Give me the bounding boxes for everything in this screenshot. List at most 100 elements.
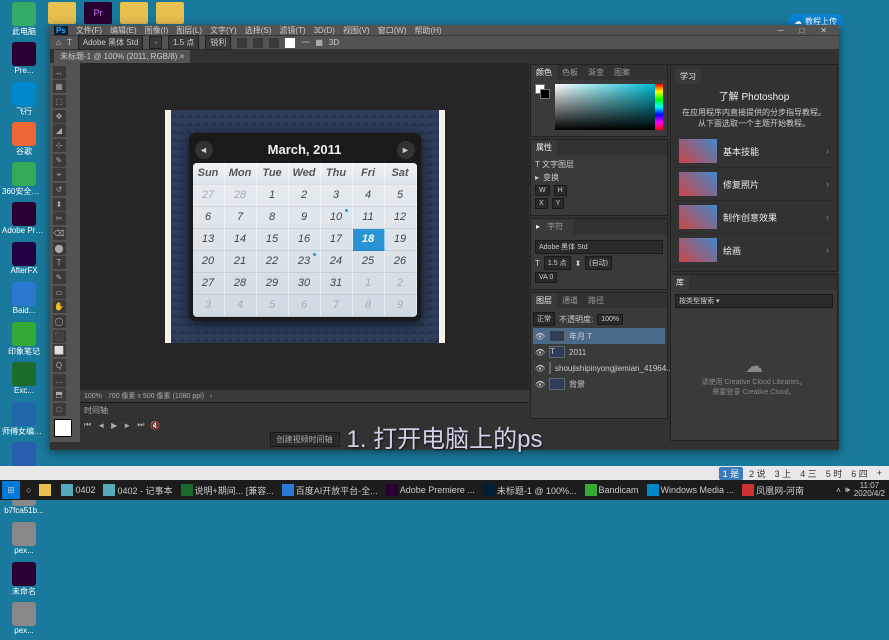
document-tab[interactable]: 未标题-1 @ 100% (2011, RGB/8) × [54,50,190,63]
maximize-icon[interactable]: □ [799,26,804,35]
calendar-day-cell[interactable]: 28 [225,185,257,207]
calendar-day-cell[interactable]: 7 [225,207,257,229]
visibility-icon[interactable]: 👁 [535,380,545,389]
home-icon[interactable]: ⌂ [56,38,61,47]
calendar-day-cell[interactable]: 25 [353,251,385,273]
tool-button[interactable]: ⬒ [53,388,66,401]
calendar-day-cell[interactable]: 23 [289,251,321,273]
x-field[interactable]: X [535,198,548,209]
calendar-day-cell[interactable]: 10 [321,207,353,229]
fg-bg-swatches[interactable] [535,84,550,99]
library-search-select[interactable]: 按类型搜索 ▾ [675,294,833,308]
calendar-day-cell[interactable]: 8 [353,295,385,317]
close-icon[interactable]: ✕ [820,26,827,35]
calendar-day-cell[interactable]: 3 [193,295,225,317]
calendar-day-cell[interactable]: 17 [321,229,353,251]
tool-button[interactable]: ⌫ [53,227,66,240]
tool-button[interactable]: ⊹ [53,139,66,152]
calendar-day-cell[interactable]: 6 [289,295,321,317]
learn-tutorial-item[interactable]: 基本技能› [675,135,833,168]
panel-tab[interactable]: 颜色 [531,65,557,80]
calendar-day-cell[interactable]: 27 [193,185,225,207]
font-size-select[interactable]: 1.5 点 [168,35,199,50]
desktop-icon[interactable]: pex... [2,522,46,560]
taskbar-task[interactable]: Adobe Premiere ... [382,481,479,499]
tool-button[interactable]: ◢ [53,124,66,137]
tool-button[interactable]: ✎ [53,271,66,284]
menu-item[interactable]: 3D(D) [314,26,335,35]
text-color-swatch[interactable] [285,38,295,48]
calendar-day-cell[interactable]: 9 [385,295,417,317]
tool-button[interactable]: Q [53,359,66,372]
close-tab-icon[interactable]: × [180,52,185,61]
menu-item[interactable]: 图像(I) [145,25,169,36]
ps-logo-icon[interactable]: Ps [54,26,68,35]
taskbar-task[interactable]: Bandicam [581,481,643,499]
tool-button[interactable]: ⬤ [53,242,66,255]
tool-button[interactable]: T [53,256,66,269]
ime-candidate[interactable]: 4 三 [797,467,820,480]
taskbar-task[interactable] [35,481,57,499]
character-tab[interactable]: ▸ 字符 [531,219,573,234]
timeline-play-icon[interactable]: ▶ [111,421,117,430]
properties-tab[interactable]: 属性 [531,140,557,155]
ime-candidate[interactable]: + [874,468,885,478]
search-icon[interactable]: ○ [22,481,35,499]
char-font-select[interactable]: Adobe 黑体 Std [535,240,663,254]
calendar-day-cell[interactable]: 7 [321,295,353,317]
align-left-icon[interactable] [237,38,247,48]
learn-tutorial-item[interactable]: 修复照片› [675,168,833,201]
char-leading-field[interactable]: (自动) [585,256,612,270]
ime-candidate[interactable]: 5 时 [823,467,846,480]
desktop-icon[interactable]: AfterFX [2,242,46,280]
system-tray[interactable]: ˄ 🕪 11:07 2020/4/2 [832,482,889,498]
chevron-up-icon[interactable]: ˄ [836,486,841,495]
taskbar-task[interactable]: 未标题-1 @ 100%... [479,481,581,499]
width-field[interactable]: W [535,185,550,196]
calendar-day-cell[interactable]: 9 [289,207,321,229]
desktop-icon[interactable]: Baid... [2,282,46,320]
desktop-icon[interactable]: 飞行 [2,82,46,120]
tool-button[interactable]: ✋ [53,300,66,313]
folder-icon[interactable] [156,2,184,24]
calendar-day-cell[interactable]: 19 [385,229,417,251]
desktop-icon[interactable]: 360安全浏览器 [2,162,46,200]
desktop-icon[interactable]: 未命名 [2,562,46,600]
tool-button[interactable]: □ [53,403,66,416]
tool-button[interactable]: ⬚ [53,95,66,108]
desktop-icon[interactable]: Pre... [2,42,46,80]
menu-item[interactable]: 帮助(H) [415,25,442,36]
tool-button[interactable]: ✂ [53,212,66,225]
learn-tab[interactable]: 学习 [675,69,701,84]
color-field[interactable] [555,84,655,130]
calendar-day-cell[interactable]: 13 [193,229,225,251]
tool-button[interactable]: ▭ [53,286,66,299]
calendar-day-cell[interactable]: 6 [193,207,225,229]
char-size-field[interactable]: 1.5 点 [544,256,571,270]
timeline-audio-icon[interactable]: 🔇 [150,421,160,430]
chevron-right-icon[interactable]: › [210,393,212,400]
menu-item[interactable]: 文字(Y) [210,25,237,36]
taskbar-task[interactable]: 凤凰网-河南 [738,481,808,499]
calendar-day-cell[interactable]: 12 [385,207,417,229]
calendar-day-cell[interactable]: 20 [193,251,225,273]
tool-button[interactable]: ◯ [53,315,66,328]
taskbar-task[interactable]: 百度AI开放平台-全... [278,481,382,499]
panel-tab[interactable]: 图案 [609,65,635,80]
height-field[interactable]: H [554,185,567,196]
panel-tab[interactable]: 路径 [583,293,609,308]
menu-item[interactable]: 图层(L) [176,25,202,36]
y-field[interactable]: Y [552,198,565,209]
create-video-timeline-button[interactable]: 创建视频时间轴 [270,432,340,447]
ime-candidate[interactable]: 2 说 [746,467,769,480]
desktop-icon[interactable]: 此电脑 [2,2,46,40]
fg-color-swatch[interactable] [54,419,72,437]
calendar-day-cell[interactable]: 11 [353,207,385,229]
calendar-day-cell[interactable]: 3 [321,185,353,207]
panel-tab[interactable]: 色板 [557,65,583,80]
minimize-icon[interactable]: ─ [778,26,784,35]
calendar-day-cell[interactable]: 1 [257,185,289,207]
tool-button[interactable]: ↺ [53,183,66,196]
folder-icon[interactable] [48,2,76,24]
font-style-select[interactable]: - [149,36,162,49]
